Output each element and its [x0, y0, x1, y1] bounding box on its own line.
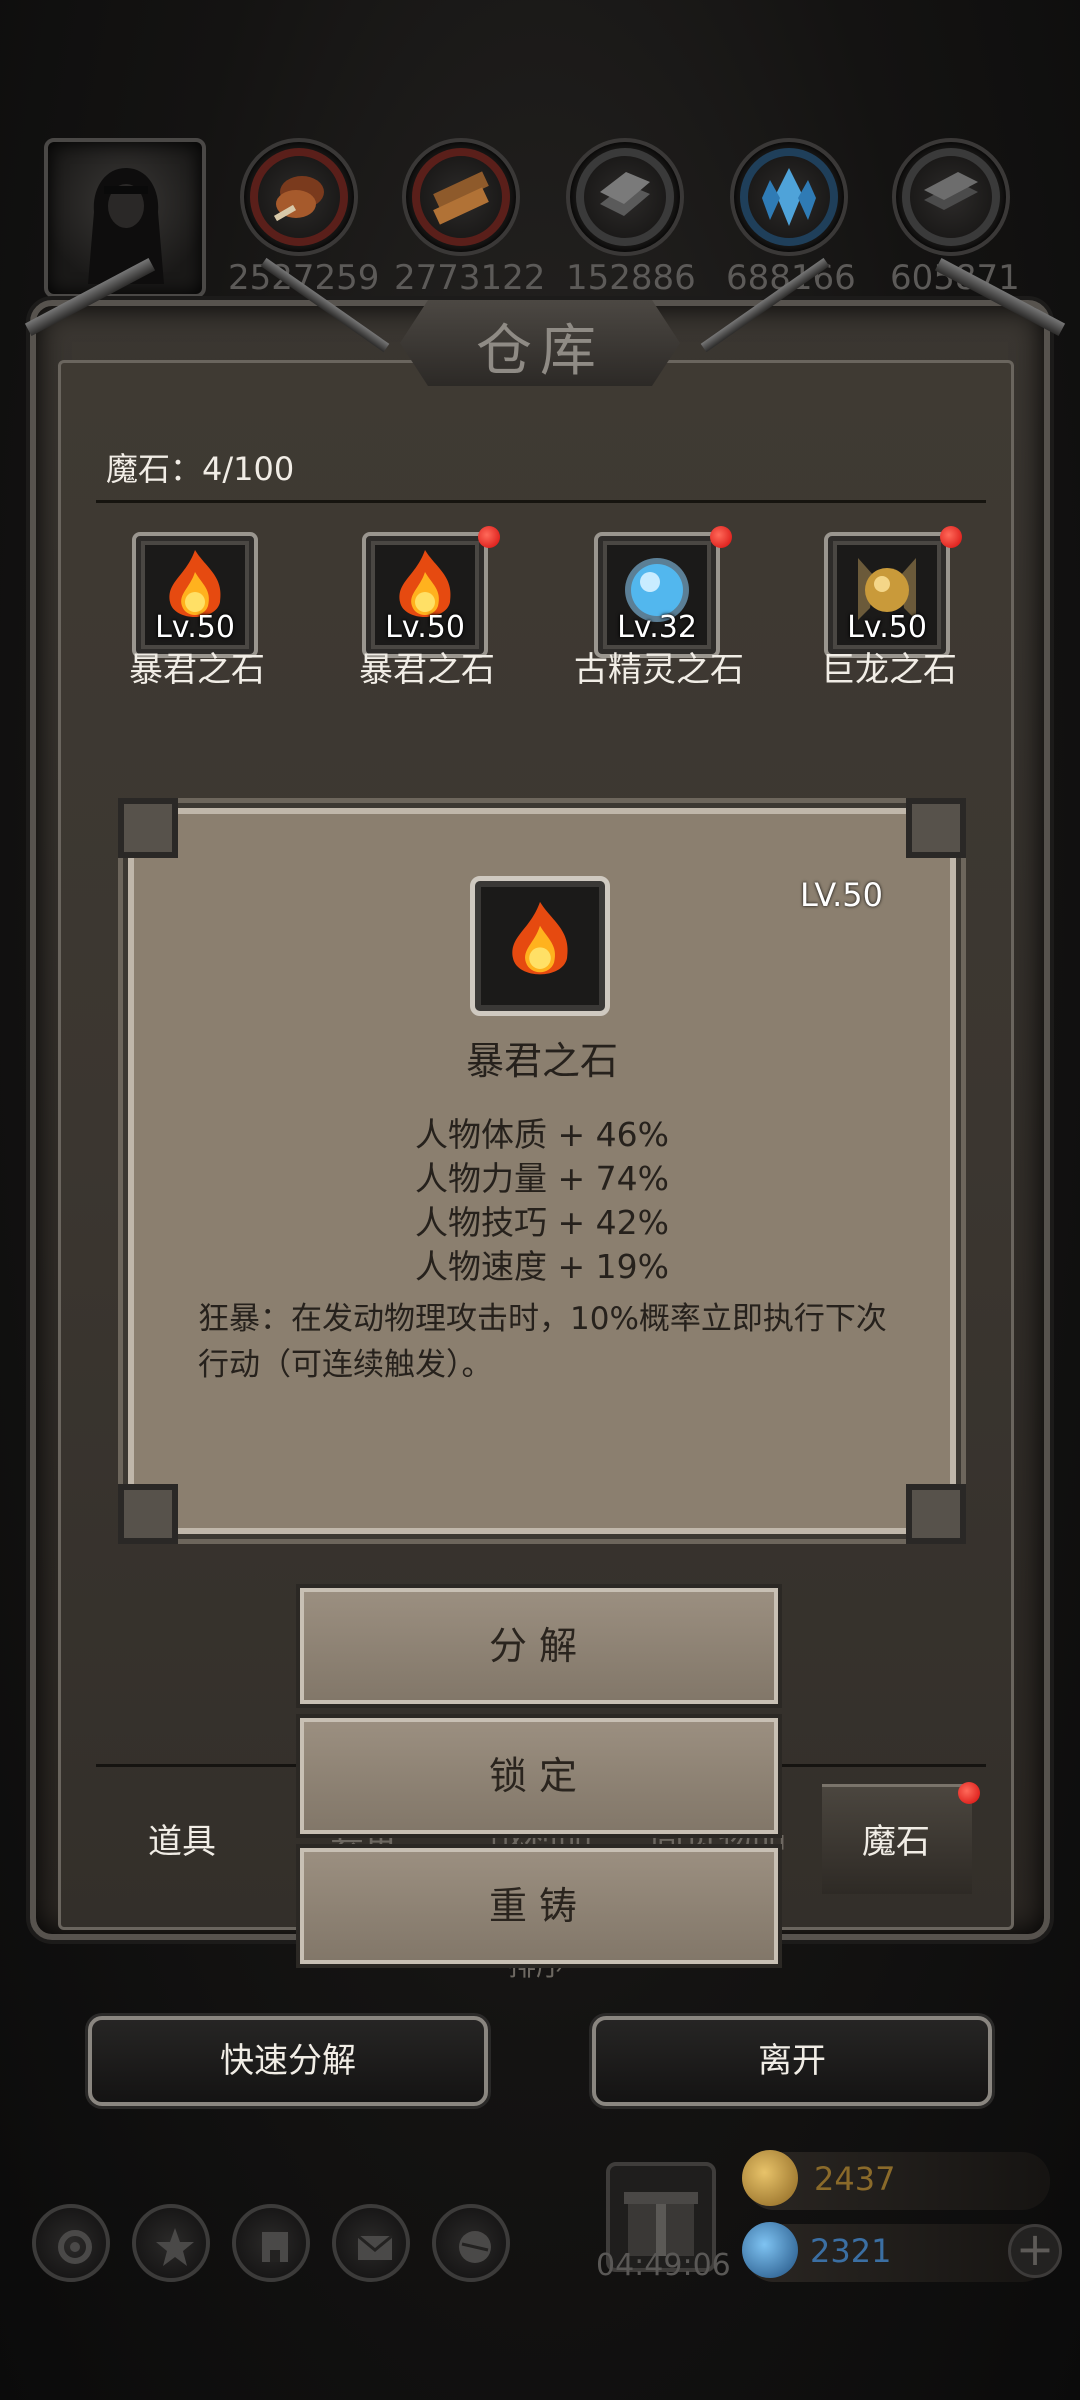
new-badge: [958, 1782, 980, 1804]
iron-icon: [924, 172, 978, 210]
fire-stone-icon: [512, 901, 568, 975]
item-slot-2[interactable]: Lv.50: [362, 526, 500, 660]
detail-item-icon: [470, 876, 610, 1016]
add-currency-button[interactable]: +: [1008, 2224, 1062, 2278]
wood-icon: [433, 171, 489, 225]
detail-level: LV.50: [800, 876, 883, 914]
hooded-figure-icon: [88, 168, 164, 284]
decompose-button[interactable]: 分解: [300, 1588, 778, 1704]
map-icon[interactable]: [432, 2204, 510, 2282]
new-badge: [940, 526, 962, 548]
settings-icon[interactable]: [32, 2204, 110, 2282]
gem-amount: 2321: [810, 2232, 892, 2270]
item-name: 巨龙之石: [821, 650, 957, 690]
stone-count: 152886: [566, 258, 696, 298]
new-badge: [478, 526, 500, 548]
item-slot-1[interactable]: Lv.50: [132, 532, 262, 660]
item-level: Lv.50: [385, 610, 465, 645]
item-level: Lv.32: [617, 610, 697, 645]
mail-icon[interactable]: [332, 2204, 410, 2282]
wood-count: 2773122: [394, 258, 546, 298]
item-level: Lv.50: [155, 610, 235, 645]
gold-amount: 2437: [814, 2160, 896, 2198]
item-slot-4[interactable]: Lv.50: [824, 526, 962, 660]
gift-timer: 04:49:06: [596, 2248, 731, 2283]
gem-icon: [742, 2222, 798, 2278]
item-name: 暴君之石: [129, 650, 265, 690]
panel-title: 仓库: [476, 319, 604, 384]
achievement-icon[interactable]: [132, 2204, 210, 2282]
stat-skill: 人物技巧 + 42%: [415, 1203, 669, 1242]
meat-icon: [273, 176, 324, 222]
skill-description: 狂暴：在发动物理攻击时，10%概率立即执行下次行动（可连续触发）。: [198, 1301, 887, 1383]
lock-button[interactable]: 锁定: [300, 1718, 778, 1834]
stone-resource[interactable]: [566, 138, 684, 256]
leave-button[interactable]: 离开: [592, 2016, 992, 2106]
iron-resource[interactable]: [892, 138, 1010, 256]
stat-constitution: 人物体质 + 46%: [415, 1115, 669, 1154]
stat-strength: 人物力量 + 74%: [415, 1159, 669, 1198]
item-name: 暴君之石: [359, 650, 495, 690]
reforge-button[interactable]: 重铸: [300, 1848, 778, 1964]
crystal-resource[interactable]: [730, 138, 848, 256]
new-badge: [710, 526, 732, 548]
item-slot-3[interactable]: Lv.32: [594, 526, 732, 660]
tab-props[interactable]: 道具: [148, 1814, 216, 1863]
divider: [96, 500, 986, 503]
magic-stone-capacity: 魔石：4/100: [106, 450, 295, 488]
crystal-icon: [762, 168, 816, 226]
item-name: 古精灵之石: [574, 650, 744, 690]
gold-coin-icon: [742, 2150, 798, 2206]
tab-magic-stones[interactable]: 魔石: [862, 1814, 930, 1863]
stone-icon: [600, 172, 650, 216]
meat-resource[interactable]: [240, 138, 358, 256]
quick-decompose-button[interactable]: 快速分解: [88, 2016, 488, 2106]
guild-icon[interactable]: [232, 2204, 310, 2282]
item-level: Lv.50: [847, 610, 927, 645]
stat-speed: 人物速度 + 19%: [415, 1247, 669, 1286]
detail-item-name: 暴君之石: [465, 1039, 618, 1083]
wood-resource[interactable]: [402, 138, 520, 256]
